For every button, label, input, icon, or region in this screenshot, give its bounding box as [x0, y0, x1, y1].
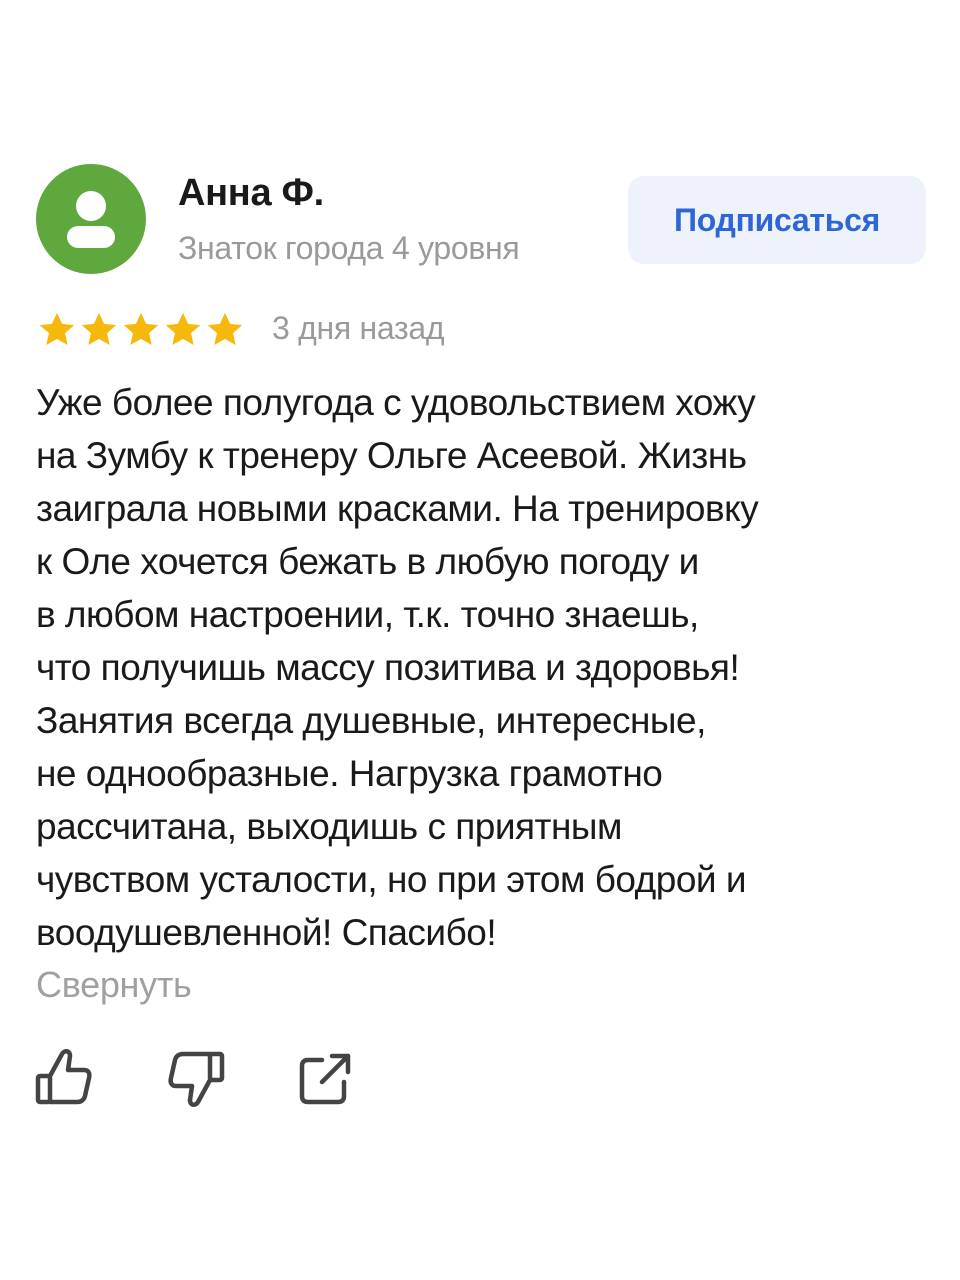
review-card: Анна Ф. Знаток города 4 уровня Подписать…	[0, 0, 960, 1280]
review-text-line: на Зумбу к тренеру Ольге Асеевой. Жизнь	[36, 435, 747, 476]
share-button[interactable]	[296, 1046, 356, 1110]
author-level: Знаток города 4 уровня	[178, 230, 520, 266]
thumbs-up-icon	[35, 1049, 92, 1105]
review-date: 3 дня назад	[272, 310, 445, 346]
share-icon	[299, 1053, 351, 1105]
review-text-line: к Оле хочется бежать в любую погоду и	[36, 541, 699, 582]
review-text-line: чувством усталости, но при этом бодрой и	[36, 859, 747, 900]
review-text-line: рассчитана, выходишь с приятным	[36, 806, 622, 847]
review-text-line: что получишь массу позитива и здоровья!	[36, 647, 740, 688]
review-text-line: Занятия всегда душевные, интересные,	[36, 700, 706, 741]
review-text-line: воодушевленной! Спасибо!	[36, 912, 497, 953]
collapse-link[interactable]: Свернуть	[36, 964, 192, 1006]
star-icon	[207, 312, 243, 346]
review-text-line: в любом настроении, т.к. точно знаешь,	[36, 594, 699, 635]
star-rating	[36, 308, 246, 352]
author-name[interactable]: Анна Ф.	[178, 172, 324, 215]
star-icon	[123, 312, 159, 346]
star-icon	[81, 312, 117, 346]
like-button[interactable]	[34, 1046, 94, 1110]
avatar[interactable]	[36, 164, 146, 274]
dislike-button[interactable]	[166, 1046, 226, 1110]
review-text: Уже более полугода с удовольствием хожу …	[36, 376, 936, 959]
subscribe-button[interactable]: Подписаться	[628, 176, 926, 264]
review-text-line: не однообразные. Нагрузка грамотно	[36, 753, 663, 794]
review-text-line: заиграла новыми красками. На тренировку	[36, 488, 759, 529]
thumbs-down-icon	[168, 1051, 225, 1107]
review-text-line: Уже более полугода с удовольствием хожу	[36, 382, 756, 423]
user-silhouette-icon	[67, 191, 115, 248]
star-icon	[39, 312, 75, 346]
star-icon	[165, 312, 201, 346]
